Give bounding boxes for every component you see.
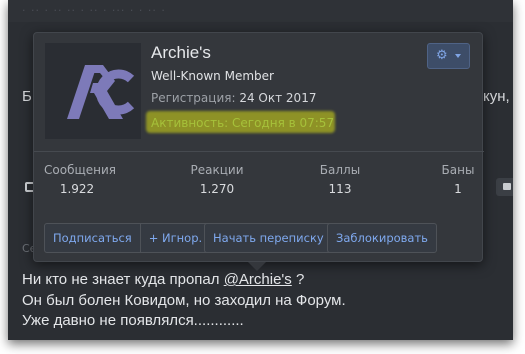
stat-label: Реакции: [190, 163, 244, 177]
start-conversation-button[interactable]: Начать переписку: [205, 224, 332, 252]
stat-label: Сообщения: [44, 163, 117, 177]
stat-value: 1.922: [59, 182, 95, 196]
registration-info: Регистрация: 24 Окт 2017: [151, 91, 316, 105]
stat-messages[interactable]: Сообщения 1.922: [44, 163, 117, 196]
member-stats: Сообщения 1.922 Реакции 1.270 Баллы 113 …: [34, 163, 484, 203]
stat-value: 1.270: [199, 182, 235, 196]
stat-reactions[interactable]: Реакции 1.270: [184, 163, 250, 196]
ignore-button[interactable]: + Игнор.: [139, 224, 210, 252]
member-settings-button[interactable]: ⚙: [427, 43, 470, 69]
avatar[interactable]: [45, 43, 141, 139]
post-line-2: Он был болен Ковидом, но заходил на Фору…: [22, 291, 346, 309]
post-body: Ни кто не знает куда пропал @Archie's ? …: [22, 270, 346, 332]
tooltip-arrow: [248, 262, 266, 271]
last-activity: Активность: Сегодня в 07:57: [151, 116, 335, 130]
block-button[interactable]: Заблокировать: [328, 224, 436, 252]
registration-label: Регистрация:: [151, 91, 236, 105]
divider: [34, 151, 484, 152]
stat-label: Баллы: [319, 163, 361, 177]
post-text: ?: [291, 271, 305, 288]
background-top-strip: · ·· · ·· ·· · ·· · ··· · · ·· ·: [8, 0, 513, 22]
registration-date: 24 Окт 2017: [239, 91, 317, 105]
post-text: Ни кто не знает куда пропал: [22, 271, 224, 288]
block-group: Заблокировать: [327, 223, 437, 253]
contact-card-icon[interactable]: [496, 178, 513, 196]
background-text-right: кун,: [483, 88, 510, 105]
background-top-text: · ·· · ·· ·· · ·· · ··· · · ·· ·: [22, 4, 166, 17]
post-line-3: Уже давно не появлялся............: [22, 312, 244, 329]
gear-icon: ⚙: [436, 48, 448, 63]
post-line-1: Ни кто не знает куда пропал @Archie's ?: [22, 270, 346, 291]
background-text-left: Б: [22, 88, 32, 105]
follow-button[interactable]: Подписаться: [45, 224, 140, 252]
stat-value: 113: [328, 182, 352, 196]
user-title: Well-Known Member: [151, 69, 274, 83]
stat-value: 1: [454, 182, 462, 196]
user-mention-link[interactable]: @Archie's: [224, 271, 292, 288]
stat-bans[interactable]: Баны 1: [436, 163, 480, 196]
archies-logo-icon: [67, 65, 135, 119]
username-link[interactable]: Archie's: [151, 43, 211, 63]
stat-label: Баны: [441, 163, 475, 177]
conversation-group: Начать переписку: [204, 223, 333, 253]
follow-ignore-group: Подписаться + Игнор.: [44, 223, 212, 253]
stat-points[interactable]: Баллы 113: [312, 163, 368, 196]
member-tooltip-card: Archie's Well-Known Member Регистрация: …: [33, 32, 484, 262]
member-header: Archie's Well-Known Member Регистрация: …: [34, 33, 484, 151]
chevron-down-icon: [455, 54, 461, 58]
